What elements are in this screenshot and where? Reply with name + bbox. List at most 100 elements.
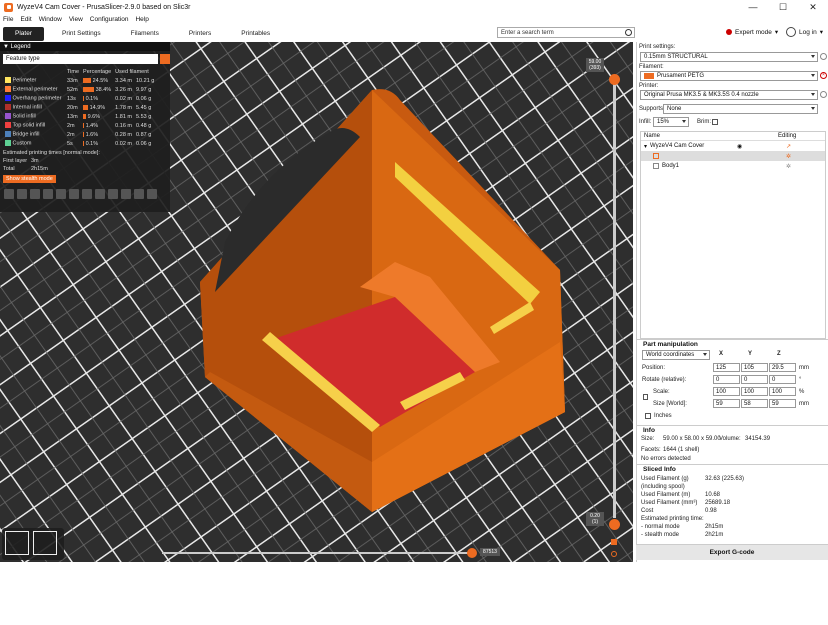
menu-window[interactable]: Window [39,16,62,23]
legend-header[interactable]: ▼ Legend [0,42,170,51]
position-x-input[interactable]: 125 [713,363,740,372]
tool-marker-icon[interactable] [147,189,157,199]
deretraction-icon[interactable] [43,189,53,199]
sliced-info-label: Used Filament (g) [641,476,689,482]
scale-x-input[interactable]: 100 [713,387,740,396]
legend-row[interactable]: External perimeter 52m 38.4% 3.26 m 9.97 g [3,85,156,94]
coordinates-select[interactable]: World coordinates [642,350,710,360]
move-slider[interactable]: 87513 [162,548,500,558]
color-swatch [5,95,11,102]
scale-z-input[interactable]: 100 [769,387,796,396]
sliced-info-label: Estimated printing time: [641,516,704,522]
part-settings-icon[interactable]: ✲ [786,153,791,160]
rotate-x-input[interactable]: 0 [713,375,740,384]
dropdown-icon[interactable] [160,54,170,64]
tab-printers[interactable]: Printers [177,27,223,41]
travel-icon[interactable] [4,189,14,199]
layer-slider-top-thumb[interactable] [609,74,620,85]
part-settings-icon[interactable]: ✲ [786,163,791,170]
lock-icon[interactable] [611,539,617,545]
size-x-input[interactable]: 59 [713,399,740,408]
infill-select[interactable]: 15% [653,117,689,127]
login-button[interactable]: Log in ▾ [786,27,823,37]
percentage-bar [83,122,85,128]
sliced-info-value: 32.63 (225.63) [705,476,745,482]
preview-layers-icon[interactable] [33,531,57,555]
sliced-info-value: 2h15m [705,524,724,530]
minimize-button[interactable]: — [738,0,768,14]
menu-file[interactable]: File [3,16,13,23]
seam-icon[interactable] [56,189,66,199]
tab-filaments[interactable]: Filaments [119,27,171,41]
menu-edit[interactable]: Edit [20,16,31,23]
pause-icon[interactable] [95,189,105,199]
legend-row[interactable]: Solid infill 13m 9.6% 1.81 m 5.53 g [3,112,156,121]
size-y-input[interactable]: 58 [741,399,768,408]
supports-select[interactable]: None [663,104,818,114]
rotate-y-input[interactable]: 0 [741,375,768,384]
show-stealth-mode-button[interactable]: Show stealth mode [3,175,56,183]
menu-configuration[interactable]: Configuration [90,16,129,23]
filament-color-swatch[interactable] [644,73,654,79]
lock-icon[interactable] [643,394,648,400]
print-settings-gear-icon[interactable] [820,53,827,60]
brim-checkbox[interactable] [712,119,718,125]
wipe-icon[interactable] [17,189,27,199]
edit-icon[interactable]: ↗ [786,143,791,150]
legend-row[interactable]: Bridge infill 2m 1.6% 0.28 m 0.87 g [3,130,156,139]
export-gcode-button[interactable]: Export G-code [636,544,828,560]
position-z-input[interactable]: 29.5 [769,363,796,372]
3d-viewport[interactable]: ▼ Legend Feature type Time Percentage Used… [0,42,633,562]
legend-row[interactable]: Perimeter 33m 24.5% 3.34 m 10.21 g [3,76,156,85]
sliced-info-label: (including spool) [641,484,685,490]
rotate-z-input[interactable]: 0 [769,375,796,384]
printer-select[interactable]: Original Prusa MK3.5 & MK3.5S 0.4 nozzle [640,90,818,100]
3d-view-icon[interactable] [5,531,29,555]
menu-help[interactable]: Help [135,16,148,23]
object-row[interactable]: ▾ WyzeV4 Cam Cover ◉ ↗ [641,141,825,151]
inches-checkbox[interactable] [645,413,651,419]
layer-slider[interactable]: 59.00 (393) 0.20 (1) [586,58,633,562]
layer-bottom-label: 0.20 (1) [586,512,604,526]
legend-row[interactable]: Custom 5s 0.1% 0.02 m 0.06 g [3,139,156,148]
maximize-button[interactable]: ☐ [768,0,798,14]
tab-plater[interactable]: Plater [3,26,44,41]
percentage-bar [83,77,92,83]
percentage-bar [83,86,95,92]
printer-gear-icon[interactable] [820,91,827,98]
close-button[interactable]: ✕ [798,0,828,14]
scale-y-input[interactable]: 100 [741,387,768,396]
move-slider-thumb[interactable] [467,548,477,558]
view-type-select[interactable]: Feature type [3,54,170,64]
sliced-info-title: Sliced Info [637,464,828,474]
custom-gcode-icon[interactable] [108,189,118,199]
object-list: Name Editing ▾ WyzeV4 Cam Cover ◉ ↗ Body1 ✲ … [640,131,826,339]
remove-filament-icon[interactable]: × [820,72,827,79]
visibility-toolbar [0,189,170,199]
legend-row[interactable]: Top solid infill 2m 1.4% 0.16 m 0.48 g [3,121,156,130]
visibility-icon[interactable]: ◉ [737,143,742,150]
color-change-icon[interactable] [82,189,92,199]
tool-change-icon[interactable] [69,189,79,199]
center-of-gravity-icon[interactable] [121,189,131,199]
layer-slider-bottom-thumb[interactable] [609,519,620,530]
part-row[interactable]: Body1 ✲ [641,161,825,171]
filament-select[interactable]: Prusament PETG [640,71,818,81]
part-icon [653,153,659,159]
search-icon[interactable] [625,29,632,36]
size-z-input[interactable]: 59 [769,399,796,408]
legend-row[interactable]: Internal infill 20m 14.9% 1.78 m 5.45 g [3,103,156,112]
settings-cog-icon[interactable] [611,551,617,557]
tab-print-settings[interactable]: Print Settings [50,27,113,41]
print-settings-select[interactable]: 0.15mm STRUCTURAL [640,52,818,62]
search-input[interactable]: Enter a search term [497,27,635,38]
percentage-bar [83,131,85,137]
mode-selector[interactable]: Expert mode ▾ [726,28,778,36]
retraction-icon[interactable] [30,189,40,199]
shells-icon[interactable] [134,189,144,199]
legend-row[interactable]: Overhang perimeter 13s 0.1% 0.02 m 0.06 g [3,94,156,103]
tab-printables[interactable]: Printables [229,27,282,41]
menu-view[interactable]: View [69,16,83,23]
position-y-input[interactable]: 105 [741,363,768,372]
selected-part-row[interactable]: Body1 ✲ [641,151,825,161]
